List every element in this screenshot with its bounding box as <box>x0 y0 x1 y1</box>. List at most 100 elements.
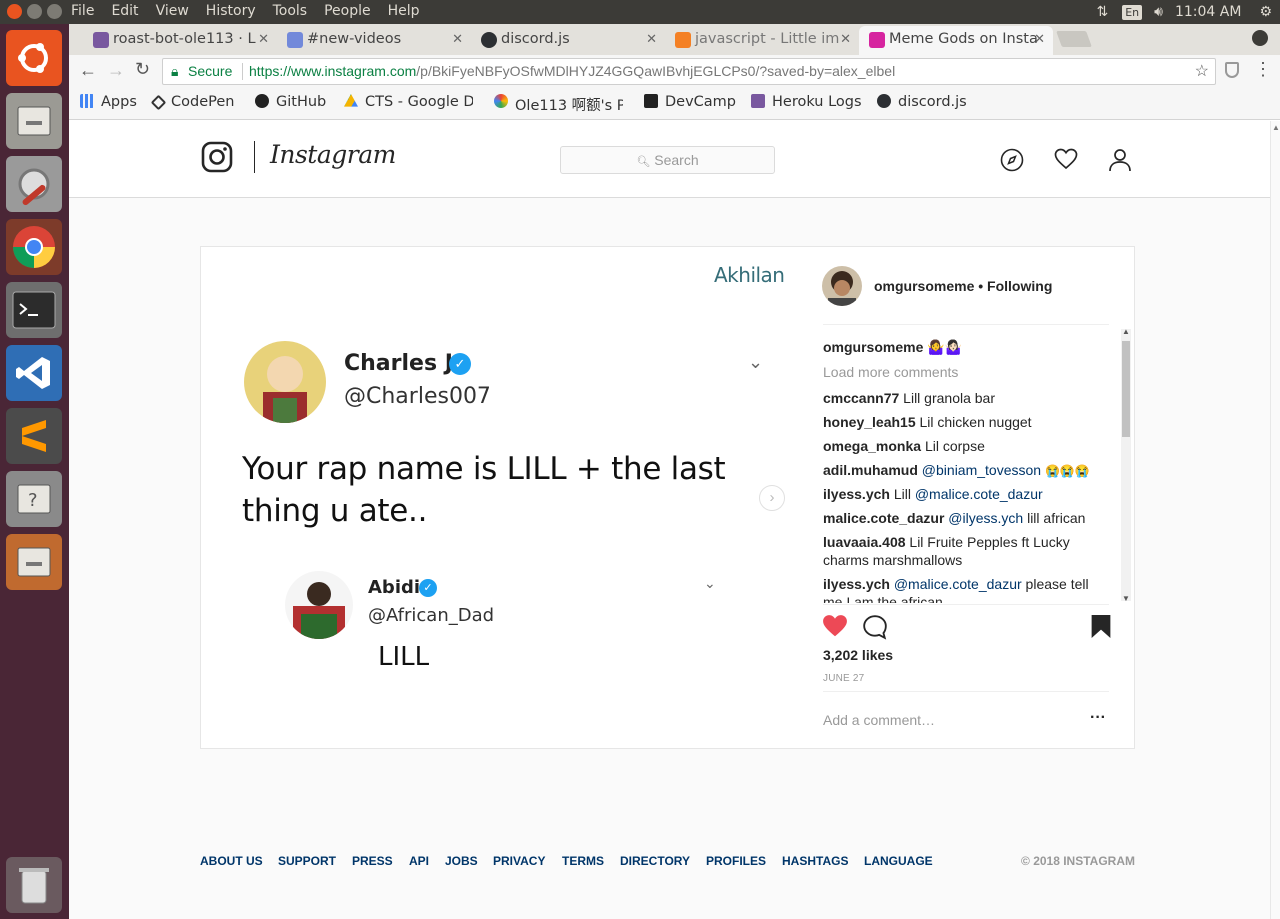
instagram-camera-icon[interactable] <box>201 141 233 173</box>
search-input[interactable]: 🔍︎ Search <box>560 146 775 174</box>
comment-username[interactable]: cmccann77 <box>823 390 899 406</box>
close-tab-icon[interactable]: ✕ <box>646 26 657 53</box>
next-image-button[interactable]: › <box>759 485 785 511</box>
close-tab-icon[interactable]: ✕ <box>258 26 269 53</box>
back-icon[interactable]: ← <box>79 60 97 81</box>
system-settings-icon[interactable] <box>6 156 62 212</box>
comments-scrollbar[interactable]: ▲ ▼ <box>1121 327 1131 603</box>
chrome-menu-icon[interactable]: ⋮ <box>1254 59 1272 80</box>
bookmark-discord-js[interactable]: discord.js <box>877 94 967 110</box>
footer-link-terms[interactable]: TERMS <box>562 854 604 868</box>
footer-link-hashtags[interactable]: HASHTAGS <box>782 854 848 868</box>
bookmark-star-icon[interactable]: ☆ <box>1195 59 1209 84</box>
footer-link-directory[interactable]: DIRECTORY <box>620 854 690 868</box>
caption-username[interactable]: omgursomeme <box>823 339 923 355</box>
scroll-up-icon[interactable]: ▲ <box>1122 327 1130 336</box>
comments-list[interactable]: omgursomeme 🤷‍♀️🤷🏻‍♀️ Load more comments… <box>801 325 1135 603</box>
sublime-text-icon[interactable] <box>6 408 62 464</box>
profile-user-icon[interactable] <box>1108 148 1132 172</box>
terminal-icon[interactable] <box>6 282 62 338</box>
comment-bubble-icon[interactable] <box>862 614 888 640</box>
tab-roast-bot[interactable]: roast-bot-ole113 · L ✕ <box>83 26 277 55</box>
comment-username[interactable]: omega_monka <box>823 438 921 454</box>
footer-link-support[interactable]: SUPPORT <box>278 854 336 868</box>
bookmark-apps[interactable]: Apps <box>80 94 137 110</box>
comment-username[interactable]: ilyess.ych <box>823 576 890 592</box>
close-window-button[interactable] <box>7 4 22 19</box>
load-more-comments[interactable]: Load more comments <box>823 363 1098 381</box>
activity-heart-icon[interactable] <box>1054 148 1078 170</box>
tab-stackoverflow[interactable]: javascript - Little im ✕ <box>665 26 859 55</box>
add-comment-input[interactable]: Add a comment… <box>823 712 935 728</box>
new-tab-button[interactable] <box>1056 31 1092 47</box>
following-button[interactable]: Following <box>987 278 1052 294</box>
menu-tools[interactable]: Tools <box>273 3 308 19</box>
chrome-icon[interactable] <box>6 219 62 275</box>
comment-username[interactable]: ilyess.ych <box>823 486 890 502</box>
explore-compass-icon[interactable] <box>1000 148 1024 172</box>
post-date[interactable]: JUNE 27 <box>823 673 864 684</box>
network-icon[interactable]: ⇅ <box>1097 4 1109 20</box>
unknown-app-icon[interactable]: ? <box>6 471 62 527</box>
instagram-wordmark[interactable]: Instagram <box>270 140 396 169</box>
footer-link-press[interactable]: PRESS <box>352 854 393 868</box>
close-tab-icon[interactable]: ✕ <box>452 26 463 53</box>
mention-link[interactable]: @ilyess.ych <box>948 510 1023 526</box>
bookmark-codepen[interactable]: CodePen <box>150 94 234 111</box>
footer-link-about[interactable]: ABOUT US <box>200 854 263 868</box>
menu-view[interactable]: View <box>156 3 189 19</box>
comment-username[interactable]: luavaaia.408 <box>823 534 906 550</box>
bookmark-google-drive[interactable]: CTS - Google Dri <box>344 94 473 110</box>
menu-edit[interactable]: Edit <box>111 3 138 19</box>
close-tab-icon[interactable]: ✕ <box>1034 26 1045 53</box>
author-username[interactable]: omgursomeme <box>874 278 974 294</box>
vscode-icon[interactable] <box>6 345 62 401</box>
footer-link-jobs[interactable]: JOBS <box>445 854 478 868</box>
clock[interactable]: 11:04 AM <box>1175 4 1241 20</box>
files-icon[interactable] <box>6 93 62 149</box>
volume-icon[interactable]: 🔊︎ <box>1154 4 1163 20</box>
tab-new-videos[interactable]: #new-videos ✕ <box>277 26 471 55</box>
like-heart-icon[interactable] <box>822 614 848 638</box>
footer-link-privacy[interactable]: PRIVACY <box>493 854 545 868</box>
keyboard-layout-indicator[interactable]: En <box>1122 4 1143 20</box>
forward-icon[interactable]: → <box>107 60 125 81</box>
minimize-window-button[interactable] <box>27 4 42 19</box>
address-bar[interactable]: 🔒︎ Secure https://www.instagram.com/p/Bk… <box>162 58 1216 85</box>
bookmark-github[interactable]: GitHub <box>255 94 326 110</box>
comment-username[interactable]: honey_leah15 <box>823 414 916 430</box>
save-bookmark-icon[interactable] <box>1090 614 1112 639</box>
like-count[interactable]: 3,202 likes <box>823 647 893 663</box>
maximize-window-button[interactable] <box>47 4 62 19</box>
footer-link-api[interactable]: API <box>409 854 429 868</box>
menu-help[interactable]: Help <box>388 3 420 19</box>
page-scrollbar[interactable]: ▲ <box>1270 121 1280 919</box>
post-image[interactable]: Akhilan Charles J ✓ @Charles007 ⌄ Your r… <box>201 247 801 748</box>
trash-icon[interactable] <box>6 857 62 913</box>
bookmark-heroku-logs[interactable]: Heroku Logs <box>751 94 862 110</box>
more-options-icon[interactable]: ··· <box>1090 709 1106 727</box>
mention-link[interactable]: @malice.cote_dazur <box>915 486 1043 502</box>
comment-username[interactable]: malice.cote_dazur <box>823 510 944 526</box>
menu-history[interactable]: History <box>206 3 256 19</box>
menu-file[interactable]: File <box>71 3 94 19</box>
extension-shield-icon[interactable] <box>1225 62 1239 78</box>
scroll-up-icon[interactable]: ▲ <box>1272 123 1280 132</box>
reload-icon[interactable]: ↻ <box>135 59 150 80</box>
ubuntu-dash-icon[interactable] <box>6 30 62 86</box>
scrollbar-thumb[interactable] <box>1122 341 1130 437</box>
power-icon[interactable]: ⚙︎ <box>1259 4 1272 20</box>
tab-instagram[interactable]: Meme Gods on Insta ✕ <box>859 26 1053 55</box>
scroll-down-icon[interactable]: ▼ <box>1122 594 1130 603</box>
tab-discord-js[interactable]: discord.js ✕ <box>471 26 665 55</box>
author-avatar[interactable] <box>822 266 862 306</box>
profile-icon[interactable] <box>1252 30 1268 46</box>
menu-people[interactable]: People <box>324 3 371 19</box>
bookmark-devcamp[interactable]: DevCamp <box>644 94 736 110</box>
mention-link[interactable]: @biniam_tovesson <box>922 462 1041 478</box>
comment-username[interactable]: adil.muhamud <box>823 462 918 478</box>
files-secondary-icon[interactable] <box>6 534 62 590</box>
mention-link[interactable]: @malice.cote_dazur <box>894 576 1022 592</box>
footer-link-language[interactable]: LANGUAGE <box>864 854 933 868</box>
footer-link-profiles[interactable]: PROFILES <box>706 854 766 868</box>
